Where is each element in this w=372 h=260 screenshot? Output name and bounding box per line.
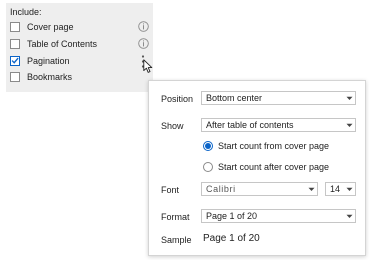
pagination-checkbox[interactable] xyxy=(10,55,20,66)
info-icon[interactable] xyxy=(138,21,149,32)
bookmarks-label: Bookmarks xyxy=(27,71,73,82)
sample-label: Sample xyxy=(161,235,192,245)
format-value: Page 1 of 20 xyxy=(206,211,258,221)
font-value: Calibri xyxy=(206,184,236,194)
radio-label: Start count from cover page xyxy=(218,141,330,151)
table-of-contents-checkbox[interactable] xyxy=(10,38,20,49)
table-of-contents-label: Table of Contents xyxy=(27,38,98,49)
chevron-down-icon xyxy=(343,96,355,101)
radio-label: Start count after cover page xyxy=(218,162,330,172)
chevron-down-icon xyxy=(343,214,355,219)
format-label: Format xyxy=(161,212,190,222)
option-bookmarks[interactable]: Bookmarks xyxy=(10,70,72,83)
show-label: Show xyxy=(161,121,184,131)
font-dropdown[interactable]: Calibri xyxy=(201,182,318,196)
radio-button[interactable] xyxy=(203,162,213,172)
pagination-settings-popup: Position Bottom center Show After table … xyxy=(148,80,366,256)
sample-preview: Page 1 of 20 xyxy=(203,233,260,244)
chevron-down-icon xyxy=(305,187,317,192)
position-value: Bottom center xyxy=(206,93,263,103)
position-dropdown[interactable]: Bottom center xyxy=(201,91,356,105)
show-value: After table of contents xyxy=(206,120,294,130)
option-table-of-contents[interactable]: Table of Contents xyxy=(10,37,97,50)
radio-button-selected[interactable] xyxy=(203,141,213,151)
cover-page-checkbox[interactable] xyxy=(10,21,20,32)
option-pagination[interactable]: Pagination xyxy=(10,54,70,67)
radio-start-after-cover[interactable]: Start count after cover page xyxy=(203,160,329,174)
font-size-dropdown[interactable]: 14 xyxy=(325,182,356,196)
position-label: Position xyxy=(161,94,194,104)
chevron-down-icon xyxy=(343,187,355,192)
option-cover-page[interactable]: Cover page xyxy=(10,20,74,33)
include-title: Include: xyxy=(10,7,42,17)
show-dropdown[interactable]: After table of contents xyxy=(201,118,356,132)
radio-start-from-cover[interactable]: Start count from cover page xyxy=(203,139,329,153)
include-panel: Include: Cover page Table of Contents Pa… xyxy=(6,3,153,92)
format-dropdown[interactable]: Page 1 of 20 xyxy=(201,209,356,223)
chevron-down-icon xyxy=(343,123,355,128)
cover-page-label: Cover page xyxy=(27,21,74,32)
pagination-label: Pagination xyxy=(27,55,70,66)
font-label: Font xyxy=(161,185,180,195)
info-icon[interactable] xyxy=(138,38,149,49)
bookmarks-checkbox[interactable] xyxy=(10,71,20,82)
mouse-cursor-icon xyxy=(143,59,153,73)
font-size-value: 14 xyxy=(330,184,341,194)
check-icon xyxy=(11,57,19,64)
